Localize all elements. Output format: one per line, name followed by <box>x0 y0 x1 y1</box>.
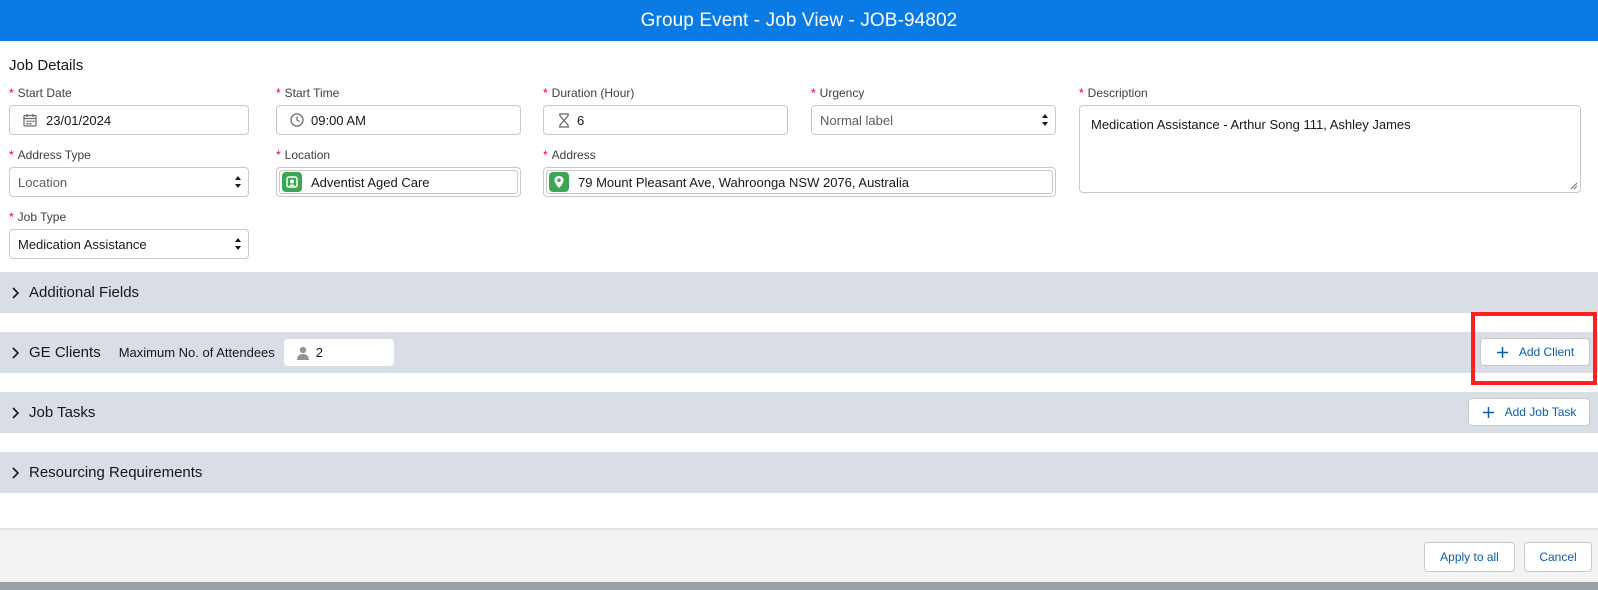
job-details-heading: Job Details <box>9 57 84 74</box>
chevron-right-icon[interactable] <box>11 346 19 359</box>
required-marker: * <box>543 148 548 162</box>
location-label: * Location <box>276 148 331 162</box>
max-attendees-value: 2 <box>315 345 324 360</box>
hourglass-icon <box>556 112 572 128</box>
duration-field: * Duration (Hour) 6 <box>543 86 788 135</box>
address-type-select[interactable]: Location <box>9 167 249 197</box>
resourcing-requirements-title[interactable]: Resourcing Requirements <box>29 464 202 481</box>
resize-grip-icon[interactable] <box>1570 182 1578 190</box>
location-pill[interactable]: Adventist Aged Care <box>279 170 518 194</box>
duration-label: * Duration (Hour) <box>543 86 635 100</box>
chevron-right-icon[interactable] <box>11 406 19 419</box>
ge-clients-title[interactable]: GE Clients <box>29 344 101 361</box>
job-type-value: Medication Assistance <box>18 236 147 252</box>
additional-fields-section[interactable]: Additional Fields <box>0 272 1598 313</box>
start-date-value: 23/01/2024 <box>46 112 112 128</box>
background-overlay-strip <box>0 582 1598 590</box>
required-marker: * <box>9 148 14 162</box>
location-lookup[interactable]: Adventist Aged Care <box>276 167 521 197</box>
start-time-input[interactable]: 09:00 AM <box>276 105 521 135</box>
max-attendees-label: Maximum No. of Attendees <box>118 345 275 360</box>
location-value: Adventist Aged Care <box>311 174 430 190</box>
start-time-label: * Start Time <box>276 86 340 100</box>
window-title-bar: Group Event - Job View - JOB-94802 <box>0 0 1598 41</box>
apply-to-all-label: Apply to all <box>1440 550 1499 564</box>
start-date-field: * Start Date 23/01/2024 <box>9 86 249 135</box>
start-date-input[interactable]: 23/01/2024 <box>9 105 249 135</box>
person-icon <box>296 346 309 360</box>
address-lookup[interactable]: 79 Mount Pleasant Ave, Wahroonga NSW 207… <box>543 167 1056 197</box>
chevron-updown-icon <box>235 176 241 188</box>
address-field: * Address 79 Mount Pleasant Ave, Wahroong… <box>543 148 1056 197</box>
chevron-right-icon[interactable] <box>11 286 19 299</box>
description-value: Medication Assistance - Arthur Song 111,… <box>1091 117 1411 132</box>
address-type-label: * Address Type <box>9 148 91 162</box>
job-type-field: * Job Type Medication Assistance <box>9 210 249 259</box>
max-attendees-input[interactable]: 2 <box>283 339 394 366</box>
start-time-value: 09:00 AM <box>311 112 366 128</box>
ge-clients-section[interactable]: GE Clients Maximum No. of Attendees 2 <box>0 332 1598 373</box>
description-field: * Description Medication Assistance - Art… <box>1079 86 1581 193</box>
job-tasks-title[interactable]: Job Tasks <box>29 404 95 421</box>
required-marker: * <box>543 86 548 100</box>
duration-value: 6 <box>577 112 585 128</box>
required-marker: * <box>811 86 816 100</box>
required-marker: * <box>9 210 14 224</box>
job-type-select[interactable]: Medication Assistance <box>9 229 249 259</box>
urgency-field: * Urgency Normal label <box>811 86 1056 135</box>
cancel-button[interactable]: Cancel <box>1524 542 1592 572</box>
add-job-task-label: Add Job Task <box>1504 405 1577 419</box>
location-field: * Location Adventist Aged Care <box>276 148 521 197</box>
start-time-field: * Start Time 09:00 AM <box>276 86 521 135</box>
address-pill[interactable]: 79 Mount Pleasant Ave, Wahroonga NSW 207… <box>546 170 1053 194</box>
required-marker: * <box>276 86 281 100</box>
cancel-label: Cancel <box>1539 550 1577 564</box>
address-value: 79 Mount Pleasant Ave, Wahroonga NSW 207… <box>578 174 909 190</box>
plus-icon <box>1482 406 1494 418</box>
address-type-field: * Address Type Location <box>9 148 249 197</box>
address-type-value: Location <box>18 174 68 190</box>
duration-input[interactable]: 6 <box>543 105 788 135</box>
required-marker: * <box>1079 86 1084 100</box>
window-title: Group Event - Job View - JOB-94802 <box>640 9 958 31</box>
chevron-updown-icon <box>1042 114 1048 126</box>
chevron-updown-icon <box>235 238 241 250</box>
urgency-value: Normal label <box>820 112 893 128</box>
resourcing-requirements-section[interactable]: Resourcing Requirements <box>0 452 1598 493</box>
additional-fields-title[interactable]: Additional Fields <box>29 284 139 301</box>
modal-footer <box>0 528 1598 582</box>
description-textarea[interactable]: Medication Assistance - Arthur Song 111,… <box>1079 105 1581 193</box>
job-tasks-section[interactable]: Job Tasks <box>0 392 1598 433</box>
required-marker: * <box>9 86 14 100</box>
address-label: * Address <box>543 148 596 162</box>
start-date-label: * Start Date <box>9 86 72 100</box>
description-label: * Description <box>1079 86 1148 100</box>
urgency-label: * Urgency <box>811 86 865 100</box>
apply-to-all-button[interactable]: Apply to all <box>1424 542 1515 572</box>
job-type-label: * Job Type <box>9 210 67 224</box>
clock-icon[interactable] <box>289 112 305 128</box>
urgency-select[interactable]: Normal label <box>811 105 1056 135</box>
location-badge-icon <box>282 172 302 192</box>
chevron-right-icon[interactable] <box>11 466 19 479</box>
add-job-task-button[interactable]: Add Job Task <box>1468 398 1590 426</box>
calendar-icon[interactable] <box>22 112 38 128</box>
map-pin-icon <box>549 172 569 192</box>
add-client-highlight <box>1471 312 1597 385</box>
required-marker: * <box>276 148 281 162</box>
